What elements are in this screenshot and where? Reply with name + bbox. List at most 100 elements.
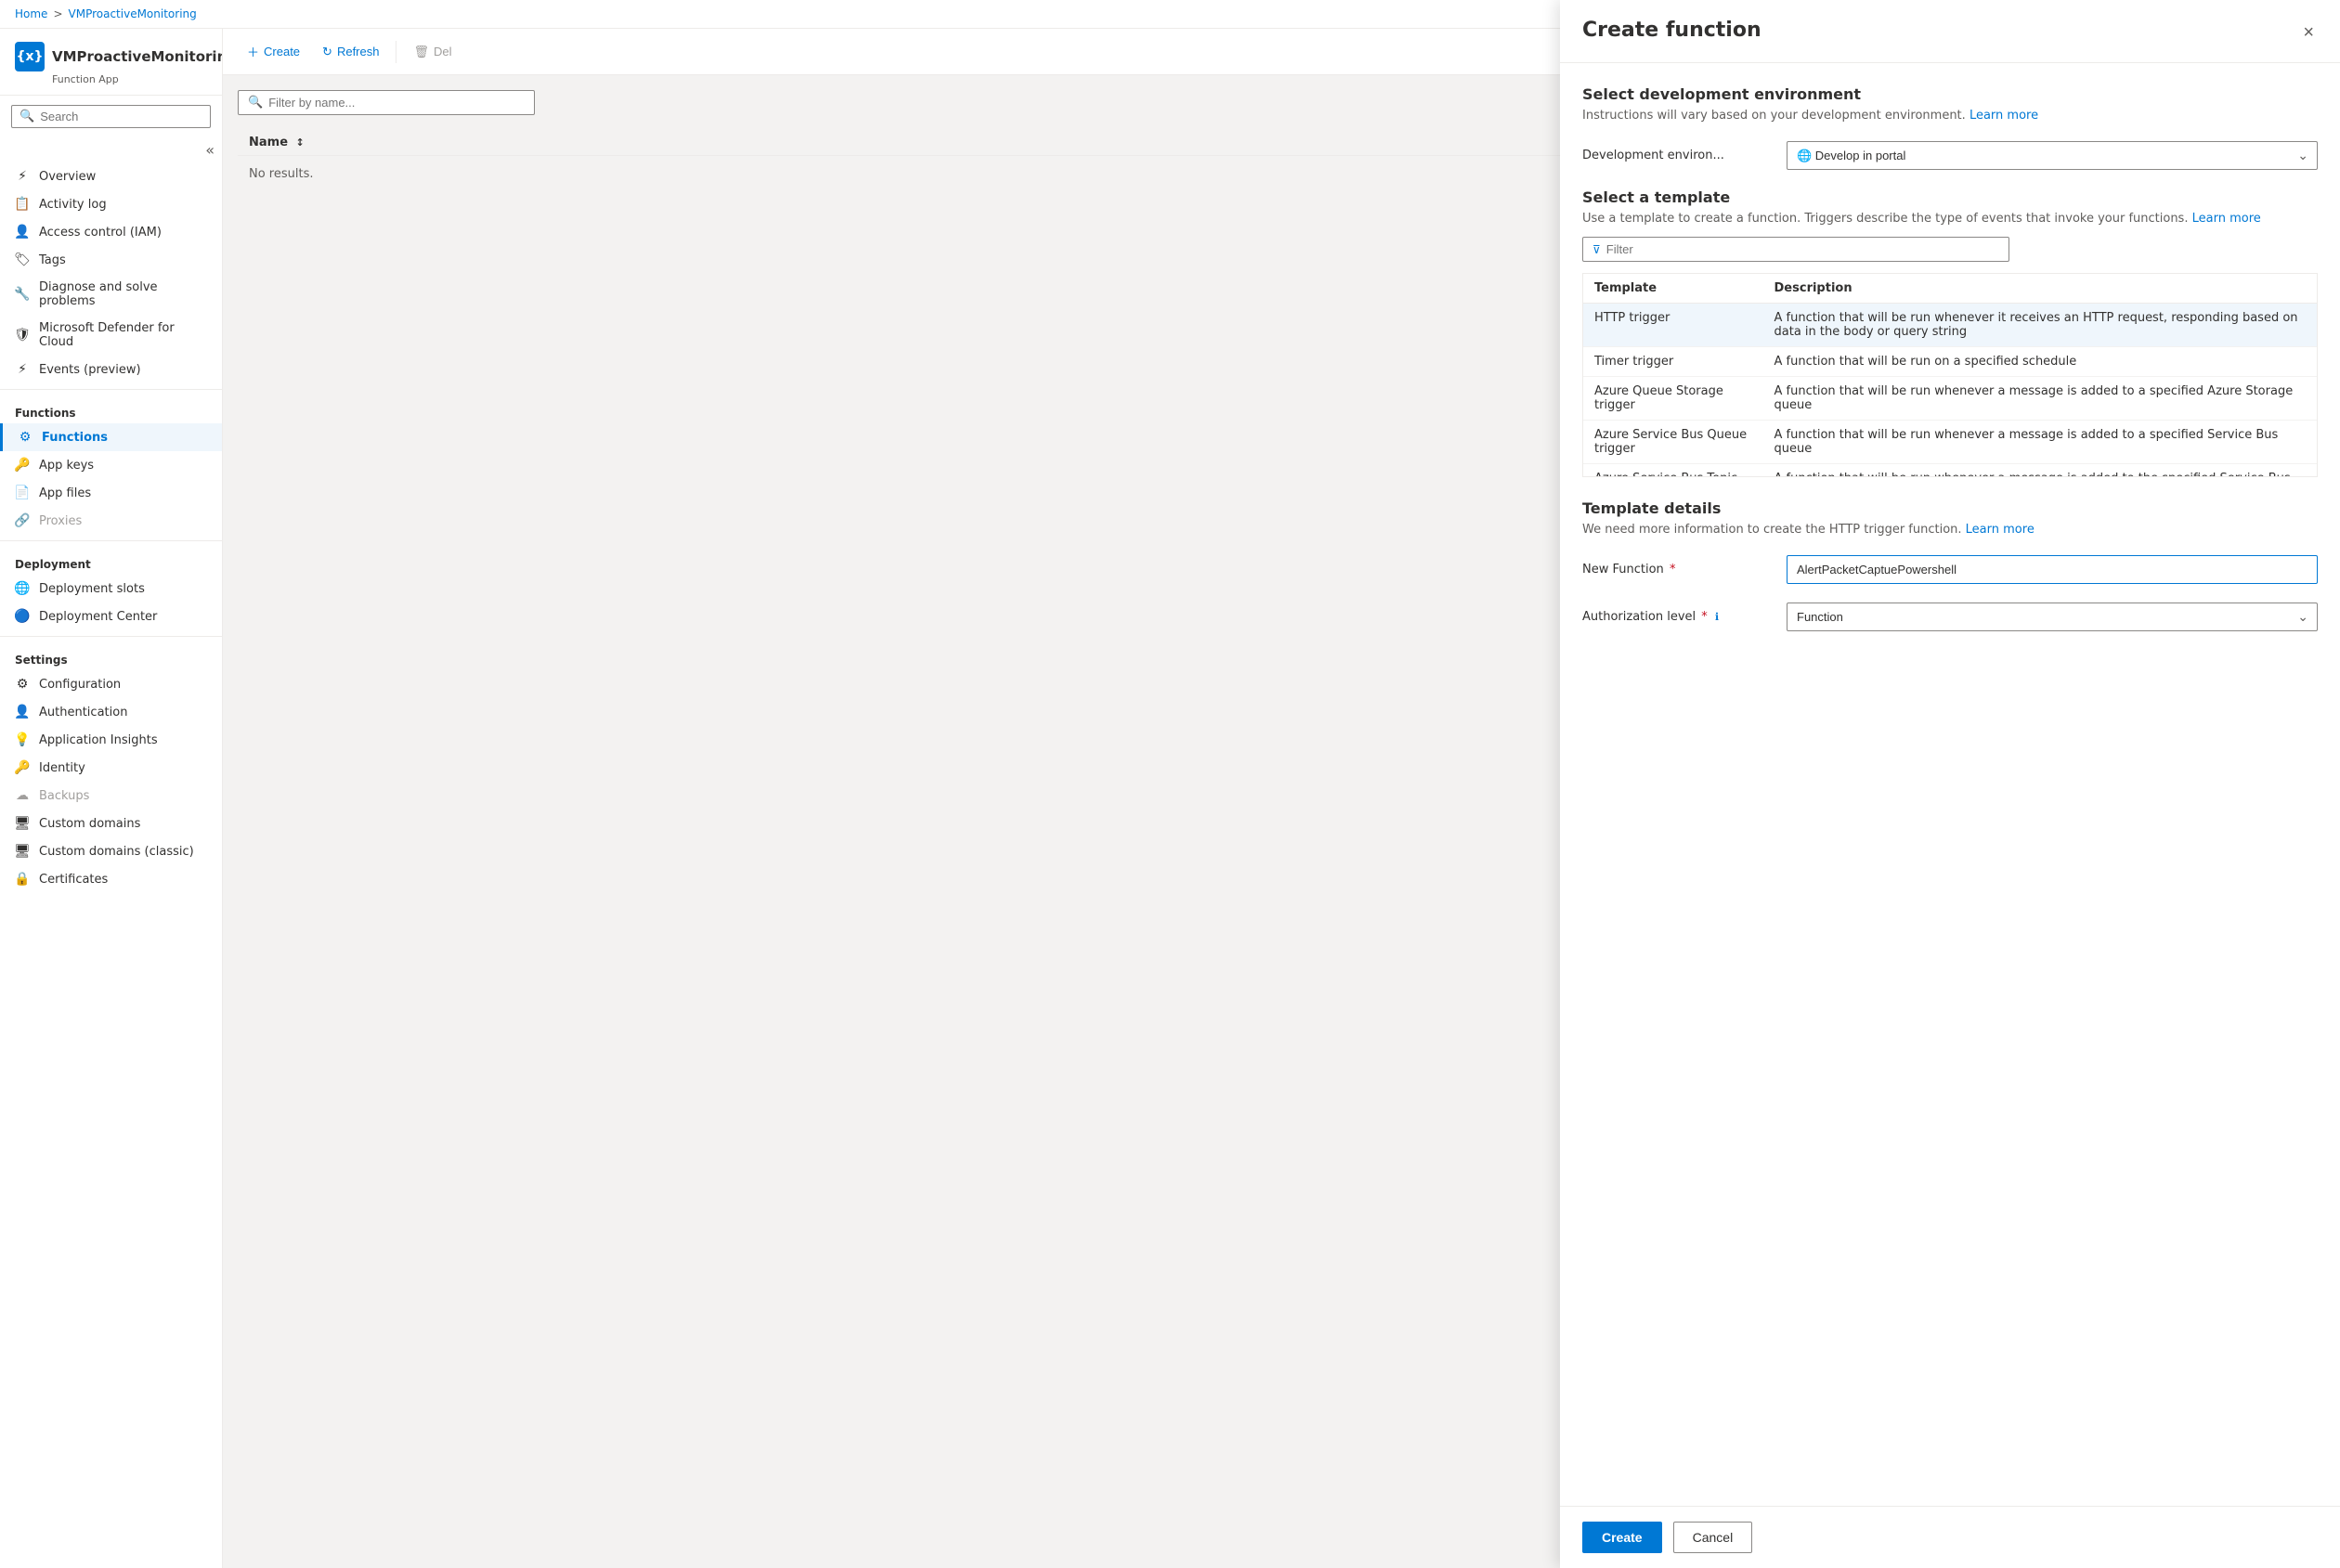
- dev-env-desc: Instructions will vary based on your dev…: [1582, 109, 2318, 123]
- template-row-http[interactable]: HTTP trigger A function that will be run…: [1583, 304, 2317, 347]
- panel-header: Create function ×: [1560, 0, 2340, 63]
- sidebar-app-title: VMProactiveMonitoring: [52, 48, 223, 65]
- sidebar-item-label: Activity log: [39, 198, 107, 212]
- template-desc-http: A function that will be run whenever it …: [1763, 304, 2317, 347]
- backups-icon: ☁: [15, 788, 30, 803]
- tags-icon: 🏷: [15, 253, 30, 267]
- diagnose-icon: 🔧: [15, 287, 30, 302]
- sidebar-item-events[interactable]: ⚡ Events (preview): [0, 356, 222, 383]
- proxies-icon: 🔗: [15, 513, 30, 528]
- collapse-sidebar-btn[interactable]: «: [7, 141, 214, 159]
- template-section: Select a template Use a template to crea…: [1582, 188, 2318, 477]
- deployment-slots-icon: 🌐: [15, 581, 30, 596]
- sidebar-item-access-control[interactable]: 👤 Access control (IAM): [0, 218, 222, 246]
- create-button[interactable]: ＋ Create: [238, 38, 309, 65]
- dev-env-title: Select development environment: [1582, 85, 2318, 103]
- sidebar-item-label: Functions: [42, 431, 108, 445]
- template-row-service-bus-topic[interactable]: Azure Service Bus Topic trigger A functi…: [1583, 464, 2317, 478]
- sidebar-item-label: Overview: [39, 170, 96, 184]
- section-label-deployment: Deployment: [0, 547, 222, 575]
- sidebar-item-authentication[interactable]: 👤 Authentication: [0, 698, 222, 726]
- filter-input[interactable]: [268, 96, 525, 110]
- dev-env-select[interactable]: 🌐 Develop in portal VS Code Visual Studi…: [1787, 141, 2318, 170]
- sidebar-item-label: Certificates: [39, 873, 108, 887]
- template-row-timer[interactable]: Timer trigger A function that will be ru…: [1583, 347, 2317, 377]
- overview-icon: ⚡: [15, 169, 30, 184]
- template-filter-input[interactable]: [1606, 242, 1999, 256]
- defender-icon: 🛡: [15, 328, 30, 343]
- dev-env-form-row: Development environ... 🌐 Develop in port…: [1582, 141, 2318, 170]
- filter-icon: 🔍: [248, 96, 263, 110]
- dev-env-learn-more[interactable]: Learn more: [1970, 109, 2038, 123]
- search-box[interactable]: 🔍: [11, 105, 211, 128]
- template-section-title: Select a template: [1582, 188, 2318, 206]
- app-keys-icon: 🔑: [15, 458, 30, 473]
- template-name-timer: Timer trigger: [1583, 347, 1763, 377]
- sort-icon: ↕: [296, 136, 305, 149]
- sidebar-item-identity[interactable]: 🔑 Identity: [0, 754, 222, 782]
- sidebar-item-label: App keys: [39, 459, 94, 473]
- access-control-icon: 👤: [15, 225, 30, 240]
- template-row-service-bus-queue[interactable]: Azure Service Bus Queue trigger A functi…: [1583, 421, 2317, 464]
- custom-domains-classic-icon: 🖥: [15, 844, 30, 859]
- sidebar-item-diagnose[interactable]: 🔧 Diagnose and solve problems: [0, 274, 222, 315]
- refresh-icon: ↻: [322, 45, 332, 59]
- sidebar-tag: Function App: [52, 73, 207, 85]
- dev-env-section: Select development environment Instructi…: [1582, 85, 2318, 170]
- sidebar-item-label: Deployment Center: [39, 610, 157, 624]
- panel-body: Select development environment Instructi…: [1560, 63, 2340, 1506]
- template-row-queue-storage[interactable]: Azure Queue Storage trigger A function t…: [1583, 377, 2317, 421]
- new-function-input-wrapper: [1787, 555, 2318, 584]
- sidebar-item-custom-domains-classic[interactable]: 🖥 Custom domains (classic): [0, 837, 222, 865]
- sidebar-item-activity-log[interactable]: 📋 Activity log: [0, 190, 222, 218]
- breadcrumb-home[interactable]: Home: [15, 7, 47, 20]
- auth-level-select[interactable]: Function Anonymous Admin: [1787, 603, 2318, 631]
- template-filter-row[interactable]: ⊽: [1582, 237, 2009, 262]
- panel-close-button[interactable]: ×: [2299, 19, 2318, 47]
- authentication-icon: 👤: [15, 705, 30, 719]
- new-function-input[interactable]: [1787, 555, 2318, 584]
- auth-info-icon[interactable]: ℹ: [1715, 611, 1719, 623]
- functions-icon: ⚙: [18, 430, 32, 445]
- sidebar-item-defender[interactable]: 🛡 Microsoft Defender for Cloud: [0, 315, 222, 356]
- template-details-title: Template details: [1582, 499, 2318, 517]
- sidebar-item-app-insights[interactable]: 💡 Application Insights: [0, 726, 222, 754]
- new-function-row: New Function *: [1582, 555, 2318, 584]
- cancel-button[interactable]: Cancel: [1673, 1522, 1753, 1553]
- app-insights-icon: 💡: [15, 732, 30, 747]
- sidebar-item-deployment-center[interactable]: 🔵 Deployment Center: [0, 603, 222, 630]
- sidebar-item-configuration[interactable]: ⚙ Configuration: [0, 670, 222, 698]
- filter-bar[interactable]: 🔍: [238, 90, 535, 115]
- sidebar-item-backups: ☁ Backups: [0, 782, 222, 810]
- sidebar-item-functions[interactable]: ⚙ Functions: [0, 423, 222, 451]
- search-input[interactable]: [40, 110, 202, 123]
- sidebar-item-custom-domains[interactable]: 🖥 Custom domains: [0, 810, 222, 837]
- sidebar-item-tags[interactable]: 🏷 Tags: [0, 246, 222, 274]
- sidebar-item-deployment-slots[interactable]: 🌐 Deployment slots: [0, 575, 222, 603]
- create-function-button[interactable]: Create: [1582, 1522, 1662, 1553]
- sidebar-item-app-keys[interactable]: 🔑 App keys: [0, 451, 222, 479]
- dev-env-select-wrapper: 🌐 Develop in portal VS Code Visual Studi…: [1787, 141, 2318, 170]
- template-desc-service-bus-queue: A function that will be run whenever a m…: [1763, 421, 2317, 464]
- template-learn-more[interactable]: Learn more: [2192, 212, 2261, 226]
- template-section-desc: Use a template to create a function. Tri…: [1582, 212, 2318, 226]
- template-details-learn-more[interactable]: Learn more: [1966, 523, 2034, 537]
- delete-button[interactable]: 🗑 Del: [404, 40, 461, 64]
- sidebar-item-certificates[interactable]: 🔒 Certificates: [0, 865, 222, 893]
- sidebar-item-label: Diagnose and solve problems: [39, 280, 207, 308]
- auth-level-row: Authorization level * ℹ Function Anonymo…: [1582, 603, 2318, 631]
- sidebar-item-label: Tags: [39, 253, 66, 267]
- sidebar-item-label: Configuration: [39, 678, 121, 692]
- sidebar-item-label: Microsoft Defender for Cloud: [39, 321, 207, 349]
- template-name-service-bus-topic: Azure Service Bus Topic trigger: [1583, 464, 1763, 478]
- sidebar-item-label: App files: [39, 486, 91, 500]
- sidebar-item-label: Identity: [39, 761, 85, 775]
- refresh-button[interactable]: ↻ Refresh: [313, 40, 388, 64]
- template-table: Template Description HTTP trigger A func…: [1583, 274, 2317, 477]
- section-label-functions: Functions: [0, 395, 222, 423]
- sidebar-item-app-files[interactable]: 📄 App files: [0, 479, 222, 507]
- sidebar-nav: ⚡ Overview 📋 Activity log 👤 Access contr…: [0, 162, 222, 1568]
- sidebar-item-label: Access control (IAM): [39, 226, 162, 240]
- sidebar-item-overview[interactable]: ⚡ Overview: [0, 162, 222, 190]
- breadcrumb-resource[interactable]: VMProactiveMonitoring: [69, 7, 197, 20]
